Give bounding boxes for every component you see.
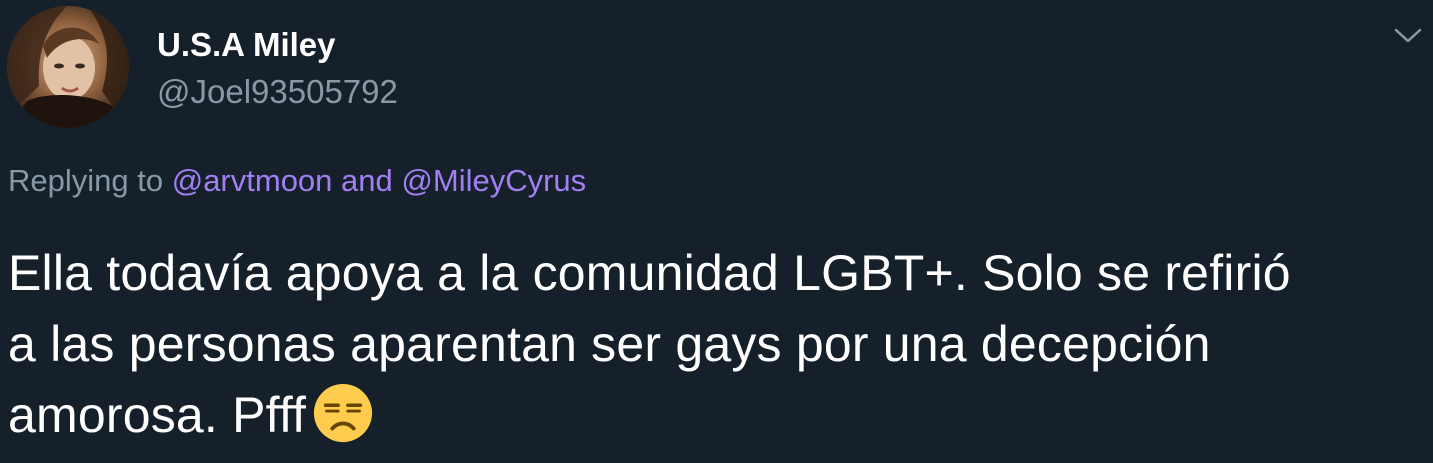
tweet-text-line-last: amorosa. Pfff bbox=[8, 380, 1428, 451]
mention-link[interactable]: @arvtmoon bbox=[172, 163, 333, 198]
mention-link[interactable]: @MileyCyrus bbox=[401, 163, 586, 198]
avatar[interactable] bbox=[7, 6, 129, 128]
user-avatar-icon bbox=[7, 6, 129, 128]
tweet-text-line: a las personas aparentan ser gays por un… bbox=[8, 316, 1211, 372]
author-handle[interactable]: @Joel93505792 bbox=[157, 72, 398, 112]
chevron-down-icon bbox=[1394, 28, 1422, 43]
tweet: U.S.A Miley @Joel93505792 Replying to @a… bbox=[0, 0, 1433, 463]
tweet-text-line: amorosa. Pfff bbox=[8, 387, 307, 443]
tweet-menu-button[interactable] bbox=[1390, 22, 1426, 50]
unamused-face-emoji-icon bbox=[314, 383, 373, 443]
reply-conjunction: and bbox=[341, 163, 393, 198]
reply-prefix: Replying to bbox=[8, 163, 164, 198]
reply-context: Replying to @arvtmoon and @MileyCyrus bbox=[8, 161, 586, 201]
author-display-name[interactable]: U.S.A Miley bbox=[157, 25, 336, 65]
tweet-text-line: Ella todavía apoya a la comunidad LGBT+.… bbox=[8, 245, 1291, 301]
tweet-text: Ella todavía apoya a la comunidad LGBT+.… bbox=[8, 238, 1428, 451]
